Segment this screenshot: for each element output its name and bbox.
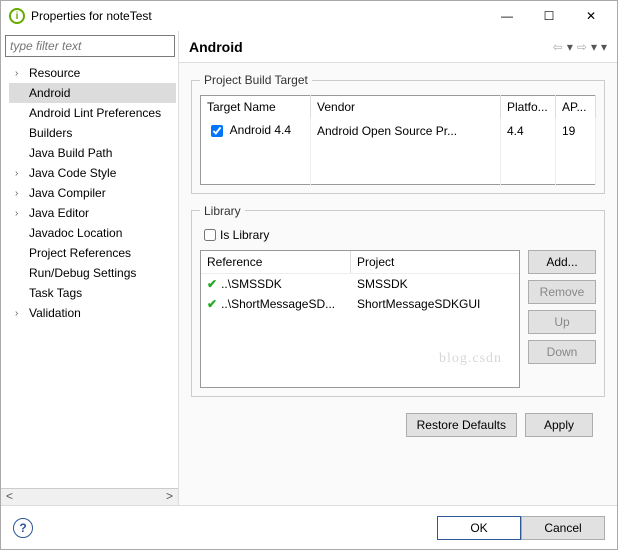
sidebar-item-label: Task Tags xyxy=(27,286,82,300)
sidebar-item-label: Java Compiler xyxy=(27,186,106,200)
sidebar: ›ResourceAndroidAndroid Lint Preferences… xyxy=(1,31,179,505)
page-title: Android xyxy=(189,39,553,55)
restore-defaults-button[interactable]: Restore Defaults xyxy=(406,413,517,437)
col-api[interactable]: AP... xyxy=(556,96,596,119)
target-api: 19 xyxy=(556,118,596,144)
sidebar-item-run-debug-settings[interactable]: Run/Debug Settings xyxy=(9,263,176,283)
expand-icon[interactable]: › xyxy=(15,188,27,199)
sidebar-item-label: Android xyxy=(27,86,70,100)
sidebar-item-label: Run/Debug Settings xyxy=(27,266,136,280)
scroll-left-icon[interactable]: < xyxy=(1,489,18,505)
sidebar-item-label: Java Editor xyxy=(27,206,89,220)
scroll-right-icon[interactable]: > xyxy=(161,489,178,505)
build-target-table: Target Name Vendor Platfo... AP... Andro… xyxy=(200,95,596,185)
titlebar: i Properties for noteTest — ☐ ✕ xyxy=(1,1,617,31)
scroll-track[interactable] xyxy=(18,489,161,505)
library-legend: Library xyxy=(200,204,245,218)
is-library-label[interactable]: Is Library xyxy=(220,228,269,242)
sidebar-item-java-build-path[interactable]: Java Build Path xyxy=(9,143,176,163)
dropdown-icon[interactable]: ▾ xyxy=(567,40,573,54)
table-row[interactable]: Android 4.4 Android Open Source Pr...4.41… xyxy=(201,118,596,144)
list-item[interactable]: ✔ ..\SMSSDK SMSSDK xyxy=(201,274,519,294)
library-project: SMSSDK xyxy=(351,274,414,294)
add-button[interactable]: Add... xyxy=(528,250,596,274)
dropdown-icon[interactable]: ▾ xyxy=(591,40,597,54)
up-button[interactable]: Up xyxy=(528,310,596,334)
expand-icon[interactable]: › xyxy=(15,308,27,319)
filter-input[interactable] xyxy=(5,35,175,57)
sidebar-item-javadoc-location[interactable]: Javadoc Location xyxy=(9,223,176,243)
target-name: Android 4.4 xyxy=(230,123,291,137)
content-area: ›ResourceAndroidAndroid Lint Preferences… xyxy=(1,31,617,505)
cancel-button[interactable]: Cancel xyxy=(521,516,605,540)
minimize-button[interactable]: — xyxy=(495,9,519,23)
build-target-group: Project Build Target Target Name Vendor … xyxy=(191,73,605,194)
nav-history: ⇦ ▾ ⇨ ▾ ▾ xyxy=(553,40,607,54)
category-tree: ›ResourceAndroidAndroid Lint Preferences… xyxy=(1,61,178,488)
sidebar-item-resource[interactable]: ›Resource xyxy=(9,63,176,83)
sidebar-item-android-lint-preferences[interactable]: Android Lint Preferences xyxy=(9,103,176,123)
sidebar-item-builders[interactable]: Builders xyxy=(9,123,176,143)
target-platform: 4.4 xyxy=(501,118,556,144)
target-vendor: Android Open Source Pr... xyxy=(311,118,501,144)
main-panel: Android ⇦ ▾ ⇨ ▾ ▾ blog.csdn Project Build … xyxy=(179,31,617,505)
help-icon[interactable]: ? xyxy=(13,518,33,538)
target-checkbox[interactable] xyxy=(211,125,223,137)
sidebar-item-label: Java Code Style xyxy=(27,166,116,180)
expand-icon[interactable]: › xyxy=(15,168,27,179)
sidebar-item-project-references[interactable]: Project References xyxy=(9,243,176,263)
check-icon: ✔ xyxy=(207,277,217,291)
nav-forward-icon[interactable]: ⇨ xyxy=(577,40,587,54)
sidebar-item-label: Builders xyxy=(27,126,72,140)
sidebar-item-android[interactable]: Android xyxy=(9,83,176,103)
menu-dropdown-icon[interactable]: ▾ xyxy=(601,40,607,54)
remove-button[interactable]: Remove xyxy=(528,280,596,304)
expand-icon[interactable]: › xyxy=(15,68,27,79)
is-library-checkbox[interactable] xyxy=(204,229,216,241)
col-platform[interactable]: Platfo... xyxy=(501,96,556,119)
horizontal-scrollbar[interactable]: < > xyxy=(1,488,178,505)
sidebar-item-java-editor[interactable]: ›Java Editor xyxy=(9,203,176,223)
sidebar-item-java-compiler[interactable]: ›Java Compiler xyxy=(9,183,176,203)
check-icon: ✔ xyxy=(207,297,217,311)
apply-button[interactable]: Apply xyxy=(525,413,593,437)
window-title: Properties for noteTest xyxy=(31,9,495,23)
sidebar-item-label: Validation xyxy=(27,306,81,320)
sidebar-item-java-code-style[interactable]: ›Java Code Style xyxy=(9,163,176,183)
library-reference: ..\SMSSDK xyxy=(221,277,282,291)
nav-back-icon[interactable]: ⇦ xyxy=(553,40,563,54)
dialog-button-bar: ? OK Cancel xyxy=(1,505,617,549)
sidebar-item-label: Javadoc Location xyxy=(27,226,122,240)
close-button[interactable]: ✕ xyxy=(579,9,603,23)
library-table: Reference Project ✔ ..\SMSSDK SMSSDK ✔ ..\Sh… xyxy=(200,250,520,388)
library-reference: ..\ShortMessageSD... xyxy=(221,297,335,311)
library-group: Library Is Library Reference Project ✔..… xyxy=(191,204,605,397)
system-buttons: — ☐ ✕ xyxy=(495,9,613,23)
page-body: blog.csdn Project Build Target Target Na… xyxy=(179,63,617,505)
col-target-name[interactable]: Target Name xyxy=(201,96,311,119)
sidebar-item-validation[interactable]: ›Validation xyxy=(9,303,176,323)
ok-button[interactable]: OK xyxy=(437,516,521,540)
sidebar-item-label: Resource xyxy=(27,66,80,80)
sidebar-item-label: Android Lint Preferences xyxy=(27,106,161,120)
eclipse-icon: i xyxy=(9,8,25,24)
page-header: Android ⇦ ▾ ⇨ ▾ ▾ xyxy=(179,31,617,63)
col-project[interactable]: Project xyxy=(351,251,400,273)
library-project: ShortMessageSDKGUI xyxy=(351,294,486,314)
list-item[interactable]: ✔ ..\ShortMessageSD... ShortMessageSDKGUI xyxy=(201,294,519,314)
down-button[interactable]: Down xyxy=(528,340,596,364)
build-target-legend: Project Build Target xyxy=(200,73,312,87)
maximize-button[interactable]: ☐ xyxy=(537,9,561,23)
col-reference[interactable]: Reference xyxy=(201,251,351,273)
expand-icon[interactable]: › xyxy=(15,208,27,219)
sidebar-item-task-tags[interactable]: Task Tags xyxy=(9,283,176,303)
sidebar-item-label: Java Build Path xyxy=(27,146,112,160)
sidebar-item-label: Project References xyxy=(27,246,131,260)
col-vendor[interactable]: Vendor xyxy=(311,96,501,119)
